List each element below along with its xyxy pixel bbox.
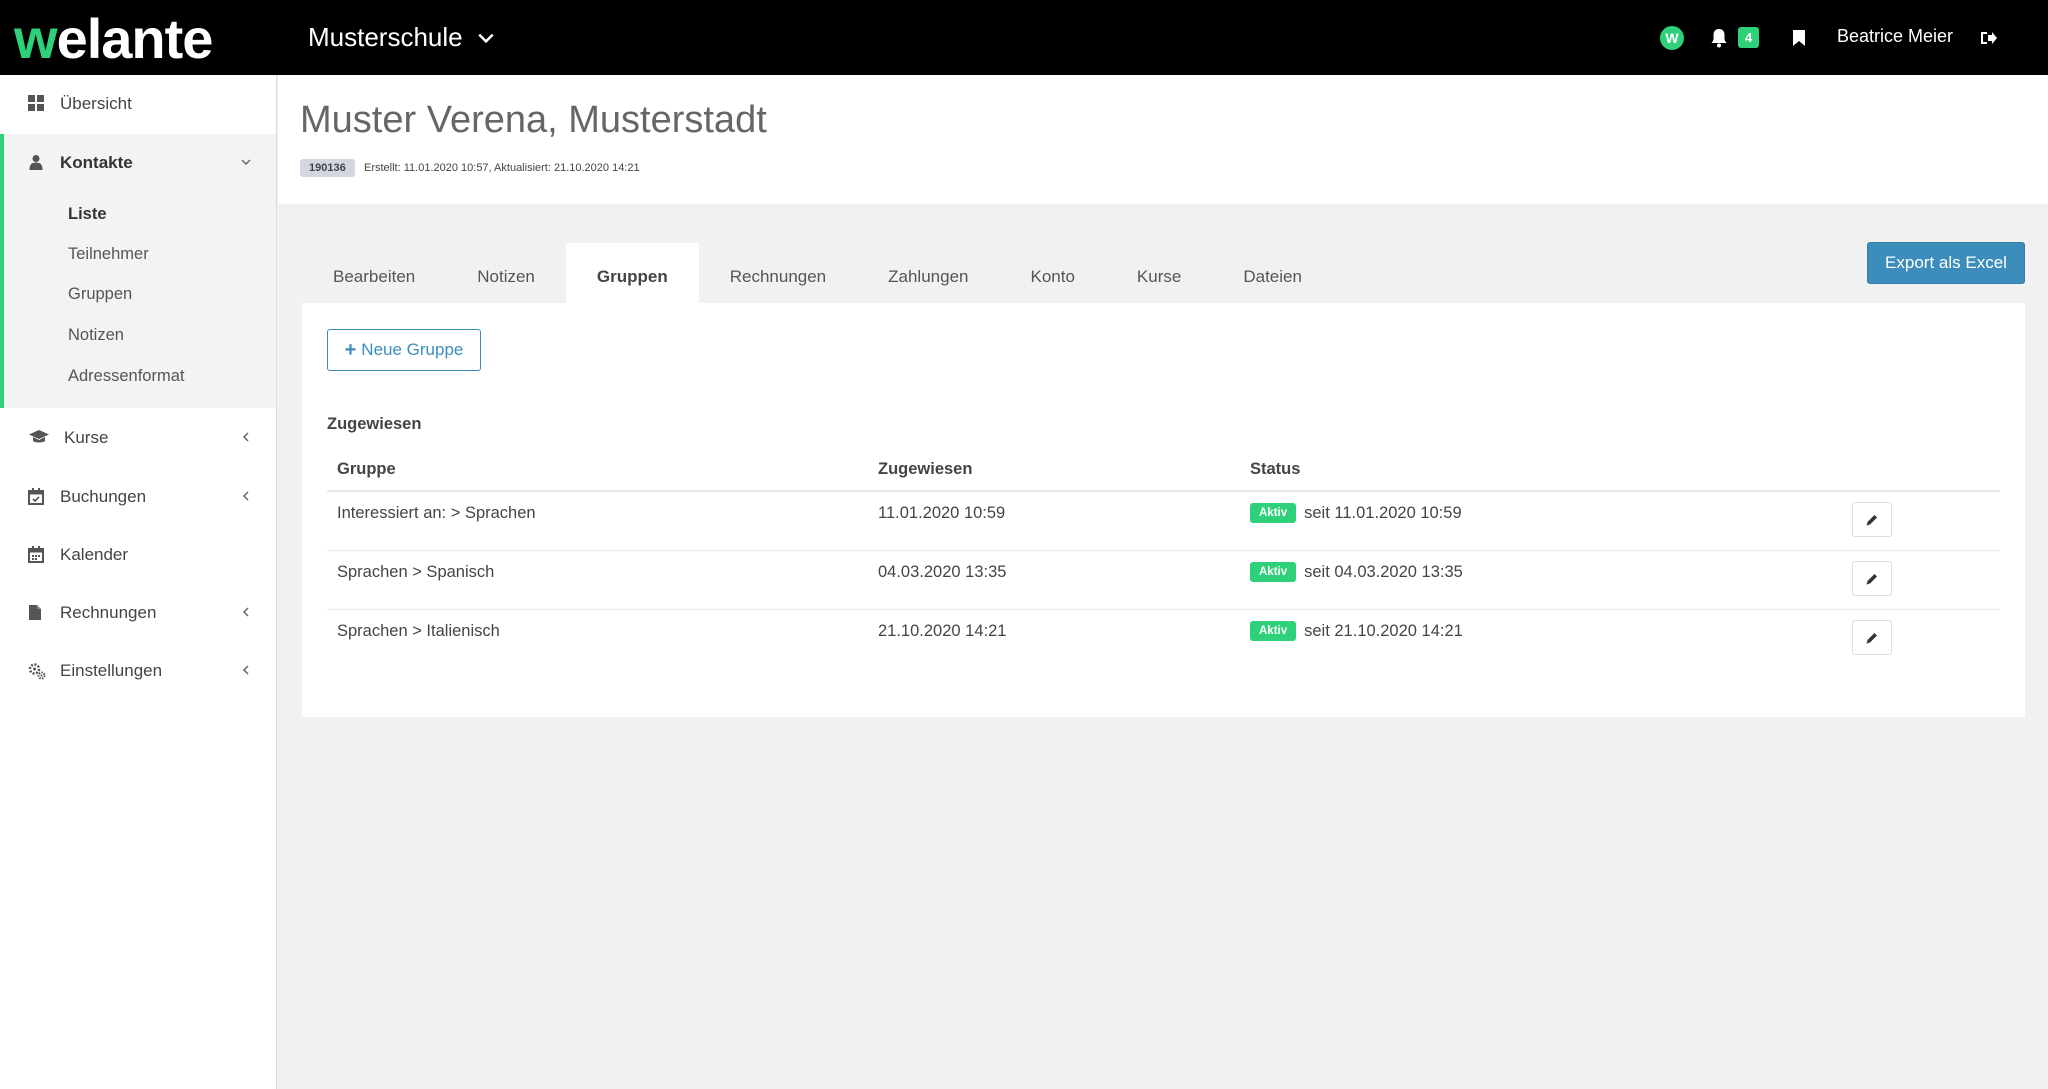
status-badge: Aktiv xyxy=(1250,562,1297,582)
group-name: Sprachen > Spanisch xyxy=(337,563,495,581)
calendar-check-icon xyxy=(28,488,46,506)
chevron-left-icon xyxy=(242,491,249,501)
chevron-left-icon xyxy=(242,665,249,675)
section-title: Zugewiesen xyxy=(327,415,422,433)
sidebar-subitem-adressenformat[interactable]: Adressenformat xyxy=(68,367,184,386)
sidebar-item-label: Kalender xyxy=(60,545,129,564)
status-cell: Aktiv seit 21.10.2020 14:21 xyxy=(1250,621,1463,641)
school-name: Musterschule xyxy=(308,22,463,52)
column-header-status[interactable]: Status xyxy=(1250,460,1300,479)
status-since: seit 11.01.2020 10:59 xyxy=(1304,503,1462,522)
calendar-icon xyxy=(28,546,46,564)
table-row: Interessiert an: > Sprachen 11.01.2020 1… xyxy=(327,492,2000,551)
top-bar: welante Musterschule W 4 Beatrice Meier xyxy=(0,0,2048,75)
status-badge: Aktiv xyxy=(1250,503,1297,523)
sidebar-subitem-liste[interactable]: Liste xyxy=(68,205,107,224)
edit-button[interactable] xyxy=(1852,620,1892,655)
contact-id-badge: 190136 xyxy=(300,159,355,177)
sidebar-item-label: Kontakte xyxy=(60,153,133,172)
assigned-date: 04.03.2020 13:35 xyxy=(878,563,1007,581)
sidebar-item-uebersicht[interactable]: Übersicht xyxy=(0,75,276,133)
group-name: Sprachen > Italienisch xyxy=(337,622,500,640)
pencil-icon xyxy=(1866,632,1877,643)
graduation-cap-icon xyxy=(28,429,50,447)
user-icon xyxy=(28,154,46,172)
table-row: Sprachen > Spanisch 04.03.2020 13:35 Akt… xyxy=(327,551,2000,610)
tab-dateien[interactable]: Dateien xyxy=(1212,243,1333,303)
status-cell: Aktiv seit 11.01.2020 10:59 xyxy=(1250,503,1462,523)
group-name: Interessiert an: > Sprachen xyxy=(337,504,536,522)
sidebar-item-rechnungen[interactable]: Rechnungen xyxy=(0,584,276,642)
sidebar-item-kontakte[interactable]: Kontakte xyxy=(0,134,276,192)
bell-icon[interactable] xyxy=(1710,26,1728,50)
grid-icon xyxy=(28,95,46,113)
sidebar: Übersicht Kontakte Liste Teilnehmer Grup… xyxy=(0,75,277,1089)
pencil-icon xyxy=(1866,514,1877,525)
sidebar-item-label: Kurse xyxy=(64,428,109,447)
new-group-label: Neue Gruppe xyxy=(361,340,464,359)
status-since: seit 21.10.2020 14:21 xyxy=(1304,621,1463,640)
sidebar-item-einstellungen[interactable]: Einstellungen xyxy=(0,642,276,700)
welante-logo[interactable]: welante xyxy=(14,6,213,71)
sidebar-item-label: Rechnungen xyxy=(60,603,157,622)
user-name[interactable]: Beatrice Meier xyxy=(1837,26,1953,47)
sidebar-item-buchungen[interactable]: Buchungen xyxy=(0,468,276,526)
sidebar-subitem-gruppen[interactable]: Gruppen xyxy=(68,285,132,304)
page-title: Muster Verena, Musterstadt xyxy=(300,99,767,141)
status-badge: Aktiv xyxy=(1250,621,1297,641)
school-selector[interactable]: Musterschule xyxy=(308,22,495,53)
sidebar-item-label: Übersicht xyxy=(60,94,132,113)
tab-bearbeiten[interactable]: Bearbeiten xyxy=(302,243,446,303)
groups-panel: + Neue Gruppe Zugewiesen Gruppe Zugewies… xyxy=(302,303,2025,717)
tab-rechnungen[interactable]: Rechnungen xyxy=(699,243,857,303)
chevron-down-icon xyxy=(477,33,494,43)
sidebar-item-label: Buchungen xyxy=(60,487,147,506)
tab-notizen[interactable]: Notizen xyxy=(446,243,566,303)
file-icon xyxy=(28,604,46,622)
status-since: seit 04.03.2020 13:35 xyxy=(1304,562,1463,581)
sidebar-item-kurse[interactable]: Kurse xyxy=(0,409,276,467)
edit-button[interactable] xyxy=(1852,502,1892,537)
status-cell: Aktiv seit 04.03.2020 13:35 xyxy=(1250,562,1463,582)
sidebar-item-label: Einstellungen xyxy=(60,661,163,680)
chevron-left-icon xyxy=(242,607,249,617)
created-updated-meta: Erstellt: 11.01.2020 10:57, Aktualisiert… xyxy=(364,162,640,174)
notification-count-badge[interactable]: 4 xyxy=(1738,27,1760,48)
chevron-down-icon xyxy=(241,159,251,166)
column-header-zugewiesen[interactable]: Zugewiesen xyxy=(878,460,972,479)
welante-w-icon[interactable]: W xyxy=(1660,26,1684,50)
tab-gruppen[interactable]: Gruppen xyxy=(565,243,699,303)
contact-tabs: Bearbeiten Notizen Gruppen Rechnungen Za… xyxy=(302,243,1333,303)
tab-zahlungen[interactable]: Zahlungen xyxy=(857,243,999,303)
column-header-gruppe[interactable]: Gruppe xyxy=(337,460,396,479)
chevron-left-icon xyxy=(242,432,249,442)
new-group-button[interactable]: + Neue Gruppe xyxy=(327,329,481,371)
tab-kurse[interactable]: Kurse xyxy=(1106,243,1212,303)
table-row: Sprachen > Italienisch 21.10.2020 14:21 … xyxy=(327,610,2000,669)
assigned-date: 21.10.2020 14:21 xyxy=(878,622,1007,640)
contact-header: Muster Verena, Musterstadt 190136 Erstel… xyxy=(278,75,2048,204)
cogs-icon xyxy=(28,662,46,680)
sidebar-item-kalender[interactable]: Kalender xyxy=(0,526,276,584)
assigned-date: 11.01.2020 10:59 xyxy=(878,504,1006,522)
pencil-icon xyxy=(1866,573,1877,584)
plus-icon: + xyxy=(344,338,357,361)
bookmark-icon[interactable] xyxy=(1792,26,1806,50)
logout-icon[interactable] xyxy=(1980,26,1998,50)
edit-button[interactable] xyxy=(1852,561,1892,596)
export-excel-button[interactable]: Export als Excel xyxy=(1867,242,2025,284)
sidebar-subitem-teilnehmer[interactable]: Teilnehmer xyxy=(68,245,149,264)
tab-konto[interactable]: Konto xyxy=(999,243,1105,303)
sidebar-subitem-notizen[interactable]: Notizen xyxy=(68,326,124,345)
